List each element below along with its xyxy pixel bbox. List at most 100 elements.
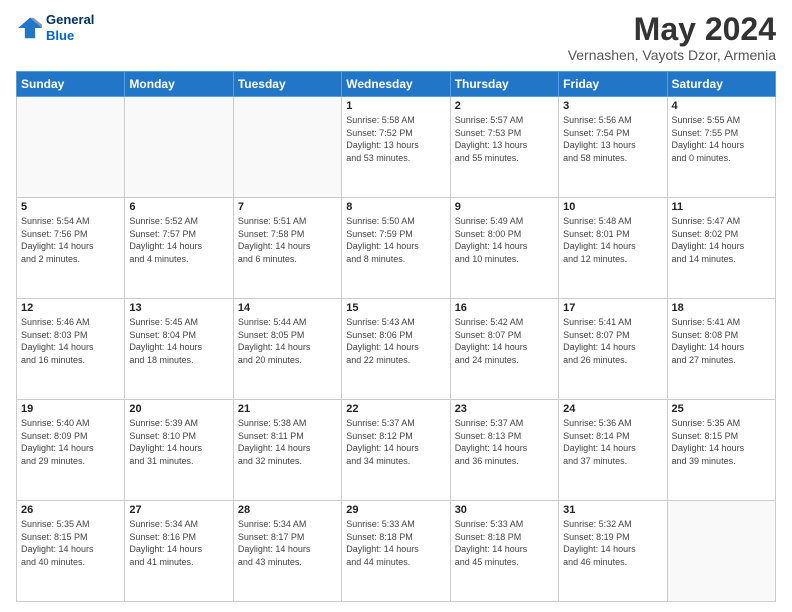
day-number: 26 — [21, 504, 120, 516]
day-number: 4 — [672, 100, 771, 112]
calendar-cell: 3 Sunrise: 5:56 AM Sunset: 7:54 PM Daylig… — [559, 97, 667, 198]
day-number: 3 — [563, 100, 662, 112]
calendar-cell: 22Sunrise: 5:37 AM Sunset: 8:12 PM Dayli… — [342, 400, 450, 501]
header-row: SundayMondayTuesdayWednesdayThursdayFrid… — [17, 72, 776, 97]
calendar-cell: 21 Sunrise: 5:38 AM Sunset: 8:11 PM Dayli… — [233, 400, 341, 501]
day-info: Sunrise: 5:43 AM Sunset: 8:06 PM Dayligh… — [346, 316, 445, 366]
day-number: 30 — [455, 504, 554, 516]
calendar-header: SundayMondayTuesdayWednesdayThursdayFrid… — [17, 72, 776, 97]
day-info: Sunrise: 5:34 AM Sunset: 8:16 PM Dayligh… — [129, 518, 228, 568]
day-number: 28 — [238, 504, 337, 516]
day-number: 22 — [346, 403, 445, 415]
day-number: 21 — [238, 403, 337, 415]
day-info: Sunrise: 5:34 AM Sunset: 8:17 PM Dayligh… — [238, 518, 337, 568]
page: General Blue May 2024 Vernashen, Vayots … — [0, 0, 792, 612]
calendar-cell: 30 Sunrise: 5:33 AM Sunset: 8:18 PM Dayli… — [450, 501, 558, 602]
day-number: 19 — [21, 403, 120, 415]
day-info: Sunrise: 5:32 AM Sunset: 8:19 PM Dayligh… — [563, 518, 662, 568]
day-number: 6 — [129, 201, 228, 213]
col-header-monday: Monday — [125, 72, 233, 97]
day-info: Sunrise: 5:33 AM Sunset: 8:18 PM Dayligh… — [346, 518, 445, 568]
day-number: 24 — [563, 403, 662, 415]
calendar-cell: 1 Sunrise: 5:58 AM Sunset: 7:52 PM Daylig… — [342, 97, 450, 198]
day-info: Sunrise: 5:33 AM Sunset: 8:18 PM Dayligh… — [455, 518, 554, 568]
calendar-body: 1 Sunrise: 5:58 AM Sunset: 7:52 PM Daylig… — [17, 97, 776, 602]
calendar-cell: 26Sunrise: 5:35 AM Sunset: 8:15 PM Dayli… — [17, 501, 125, 602]
calendar-row-3: 19 Sunrise: 5:40 AM Sunset: 8:09 PM Dayli… — [17, 400, 776, 501]
day-info: Sunrise: 5:47 AM Sunset: 8:02 PM Dayligh… — [672, 215, 771, 265]
day-number: 16 — [455, 302, 554, 314]
day-number: 5 — [21, 201, 120, 213]
day-number: 29 — [346, 504, 445, 516]
day-number: 31 — [563, 504, 662, 516]
calendar-cell: 23 Sunrise: 5:37 AM Sunset: 8:13 PM Dayli… — [450, 400, 558, 501]
day-info: Sunrise: 5:39 AM Sunset: 8:10 PM Dayligh… — [129, 417, 228, 467]
day-info: Sunrise: 5:56 AM Sunset: 7:54 PM Dayligh… — [563, 114, 662, 164]
day-number: 10 — [563, 201, 662, 213]
day-number: 7 — [238, 201, 337, 213]
calendar-cell: 13 Sunrise: 5:45 AM Sunset: 8:04 PM Dayli… — [125, 299, 233, 400]
day-number: 11 — [672, 201, 771, 213]
day-info: Sunrise: 5:54 AM Sunset: 7:56 PM Dayligh… — [21, 215, 120, 265]
col-header-friday: Friday — [559, 72, 667, 97]
col-header-saturday: Saturday — [667, 72, 775, 97]
day-number: 2 — [455, 100, 554, 112]
calendar-cell — [667, 501, 775, 602]
day-number: 1 — [346, 100, 445, 112]
day-number: 13 — [129, 302, 228, 314]
calendar-cell: 16Sunrise: 5:42 AM Sunset: 8:07 PM Dayli… — [450, 299, 558, 400]
col-header-wednesday: Wednesday — [342, 72, 450, 97]
col-header-tuesday: Tuesday — [233, 72, 341, 97]
calendar-cell: 2Sunrise: 5:57 AM Sunset: 7:53 PM Daylig… — [450, 97, 558, 198]
day-info: Sunrise: 5:38 AM Sunset: 8:11 PM Dayligh… — [238, 417, 337, 467]
calendar-cell: 25Sunrise: 5:35 AM Sunset: 8:15 PM Dayli… — [667, 400, 775, 501]
calendar-cell: 12Sunrise: 5:46 AM Sunset: 8:03 PM Dayli… — [17, 299, 125, 400]
day-number: 23 — [455, 403, 554, 415]
calendar-cell: 20 Sunrise: 5:39 AM Sunset: 8:10 PM Dayli… — [125, 400, 233, 501]
calendar-cell: 31 Sunrise: 5:32 AM Sunset: 8:19 PM Dayli… — [559, 501, 667, 602]
day-number: 17 — [563, 302, 662, 314]
day-info: Sunrise: 5:45 AM Sunset: 8:04 PM Dayligh… — [129, 316, 228, 366]
main-title: May 2024 — [568, 12, 776, 47]
day-info: Sunrise: 5:55 AM Sunset: 7:55 PM Dayligh… — [672, 114, 771, 164]
day-number: 18 — [672, 302, 771, 314]
calendar-table: SundayMondayTuesdayWednesdayThursdayFrid… — [16, 71, 776, 602]
calendar-cell: 6 Sunrise: 5:52 AM Sunset: 7:57 PM Daylig… — [125, 198, 233, 299]
calendar-cell: 7 Sunrise: 5:51 AM Sunset: 7:58 PM Daylig… — [233, 198, 341, 299]
header: General Blue May 2024 Vernashen, Vayots … — [16, 12, 776, 63]
calendar-cell: 24 Sunrise: 5:36 AM Sunset: 8:14 PM Dayli… — [559, 400, 667, 501]
day-info: Sunrise: 5:48 AM Sunset: 8:01 PM Dayligh… — [563, 215, 662, 265]
calendar-row-2: 12Sunrise: 5:46 AM Sunset: 8:03 PM Dayli… — [17, 299, 776, 400]
day-info: Sunrise: 5:41 AM Sunset: 8:07 PM Dayligh… — [563, 316, 662, 366]
calendar-cell: 18Sunrise: 5:41 AM Sunset: 8:08 PM Dayli… — [667, 299, 775, 400]
day-info: Sunrise: 5:51 AM Sunset: 7:58 PM Dayligh… — [238, 215, 337, 265]
day-number: 25 — [672, 403, 771, 415]
day-number: 15 — [346, 302, 445, 314]
day-info: Sunrise: 5:44 AM Sunset: 8:05 PM Dayligh… — [238, 316, 337, 366]
day-info: Sunrise: 5:58 AM Sunset: 7:52 PM Dayligh… — [346, 114, 445, 164]
calendar-cell: 19 Sunrise: 5:40 AM Sunset: 8:09 PM Dayli… — [17, 400, 125, 501]
calendar-cell: 28 Sunrise: 5:34 AM Sunset: 8:17 PM Dayli… — [233, 501, 341, 602]
calendar-cell: 5 Sunrise: 5:54 AM Sunset: 7:56 PM Daylig… — [17, 198, 125, 299]
day-info: Sunrise: 5:52 AM Sunset: 7:57 PM Dayligh… — [129, 215, 228, 265]
day-number: 8 — [346, 201, 445, 213]
day-info: Sunrise: 5:36 AM Sunset: 8:14 PM Dayligh… — [563, 417, 662, 467]
day-info: Sunrise: 5:49 AM Sunset: 8:00 PM Dayligh… — [455, 215, 554, 265]
calendar-cell: 29 Sunrise: 5:33 AM Sunset: 8:18 PM Dayli… — [342, 501, 450, 602]
logo: General Blue — [16, 12, 94, 43]
day-info: Sunrise: 5:37 AM Sunset: 8:13 PM Dayligh… — [455, 417, 554, 467]
day-number: 14 — [238, 302, 337, 314]
day-number: 20 — [129, 403, 228, 415]
day-info: Sunrise: 5:40 AM Sunset: 8:09 PM Dayligh… — [21, 417, 120, 467]
calendar-cell: 10 Sunrise: 5:48 AM Sunset: 8:01 PM Dayli… — [559, 198, 667, 299]
logo-line2: Blue — [46, 28, 74, 43]
title-block: May 2024 Vernashen, Vayots Dzor, Armenia — [568, 12, 776, 63]
logo-line1: General — [46, 12, 94, 28]
calendar-row-4: 26Sunrise: 5:35 AM Sunset: 8:15 PM Dayli… — [17, 501, 776, 602]
col-header-thursday: Thursday — [450, 72, 558, 97]
calendar-cell — [17, 97, 125, 198]
calendar-cell: 15 Sunrise: 5:43 AM Sunset: 8:06 PM Dayli… — [342, 299, 450, 400]
calendar-cell: 14 Sunrise: 5:44 AM Sunset: 8:05 PM Dayli… — [233, 299, 341, 400]
subtitle: Vernashen, Vayots Dzor, Armenia — [568, 47, 776, 63]
calendar-cell: 11 Sunrise: 5:47 AM Sunset: 8:02 PM Dayli… — [667, 198, 775, 299]
